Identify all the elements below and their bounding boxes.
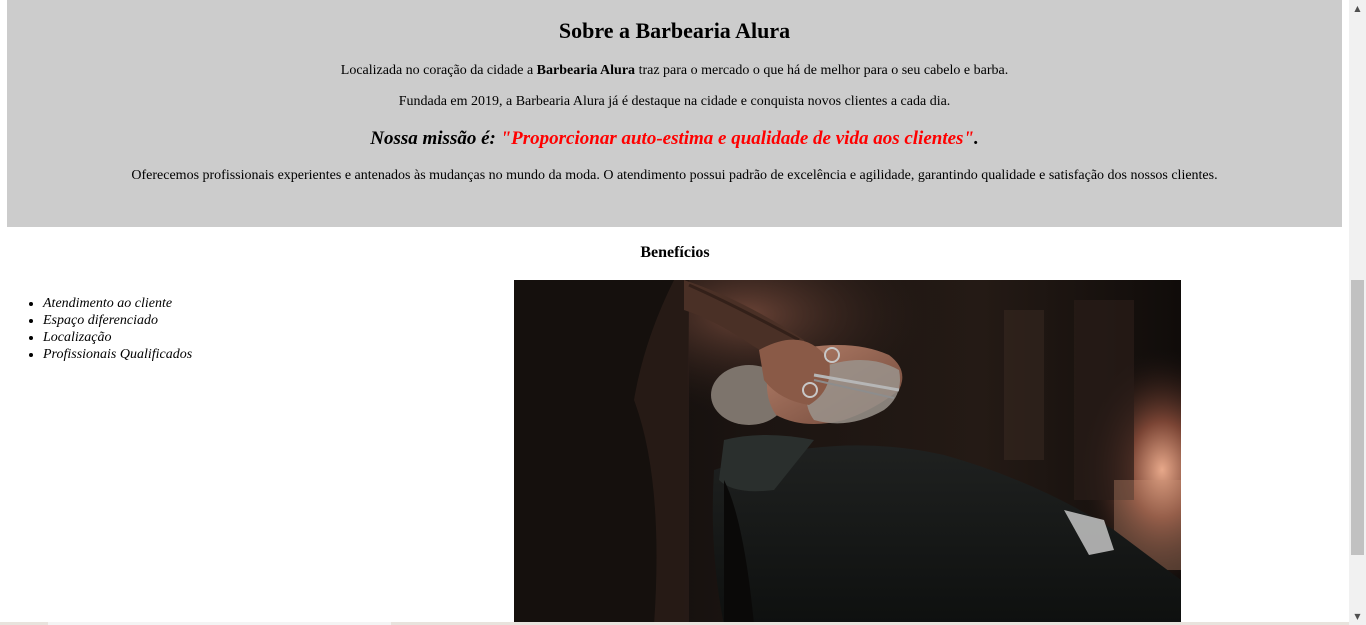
benefit-item: Localização xyxy=(43,329,192,346)
mission-end: . xyxy=(974,128,979,149)
scroll-up-arrow-icon[interactable]: ▲ xyxy=(1349,0,1366,17)
benefits-list: Atendimento ao cliente Espaço diferencia… xyxy=(43,295,192,363)
mission-quote: "Proporcionar auto-estima e qualidade de… xyxy=(500,128,974,149)
about-location-suffix: traz para o mercado o que há de melhor p… xyxy=(635,63,1009,78)
benefit-item: Espaço diferenciado xyxy=(43,312,192,329)
mission-statement: Nossa missão é: "Proporcionar auto-estim… xyxy=(7,128,1342,150)
scroll-thumb[interactable] xyxy=(1351,280,1364,555)
mission-label: Nossa missão é: xyxy=(370,128,501,149)
benefits-title: Benefícios xyxy=(640,244,710,261)
about-founded-text: Fundada em 2019, a Barbearia Alura já é … xyxy=(398,94,951,109)
page: Sobre a Barbearia Alura Localizada no co… xyxy=(0,0,1366,625)
scroll-down-arrow-icon[interactable]: ▼ xyxy=(1349,608,1366,625)
barber-photo-illustration xyxy=(514,280,1181,625)
about-services-text: Oferecemos profissionais experientes e a… xyxy=(131,168,1218,183)
about-section: Sobre a Barbearia Alura Localizada no co… xyxy=(7,0,1342,227)
brand-name: Barbearia Alura xyxy=(536,63,636,78)
barber-photo xyxy=(514,280,1181,625)
benefit-item: Profissionais Qualificados xyxy=(43,346,192,363)
benefit-item: Atendimento ao cliente xyxy=(43,295,192,312)
vertical-scrollbar[interactable]: ▲ ▼ xyxy=(1349,0,1366,625)
about-location-text: Localizada no coração da cidade a Barbea… xyxy=(7,63,1342,79)
about-location-prefix: Localizada no coração da cidade a xyxy=(340,63,537,78)
about-title: Sobre a Barbearia Alura xyxy=(558,18,791,43)
